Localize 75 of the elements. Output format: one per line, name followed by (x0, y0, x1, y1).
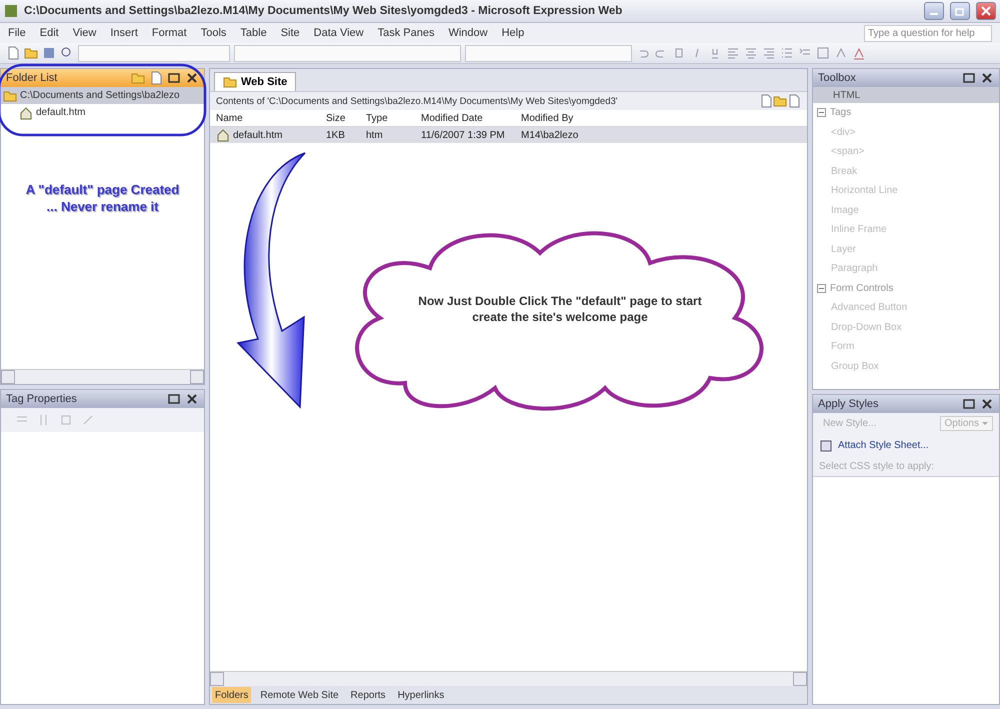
view-tab[interactable]: Reports (348, 687, 389, 703)
table-cell: M14\ba2lezo (515, 127, 807, 143)
maximize-icon[interactable] (167, 392, 181, 406)
maximize-icon[interactable] (962, 396, 976, 411)
table-cell: htm (360, 127, 415, 143)
minimize-button[interactable] (924, 2, 944, 20)
menu-item[interactable]: Help (502, 27, 524, 39)
close-icon[interactable] (980, 396, 994, 411)
view-tab[interactable]: Remote Web Site (257, 687, 342, 703)
border-icon[interactable] (816, 46, 830, 60)
new-page-icon (149, 71, 163, 85)
view-tab[interactable]: Hyperlinks (394, 687, 448, 703)
caret-icon (982, 422, 988, 426)
align-left-icon[interactable] (726, 46, 740, 60)
restore-button[interactable] (950, 2, 970, 20)
close-icon[interactable] (980, 71, 994, 85)
size-dropdown[interactable] (465, 44, 632, 62)
column-header[interactable]: Modified Date (415, 110, 515, 127)
panel-title: Apply Styles (818, 398, 880, 410)
collapse-icon (817, 284, 826, 293)
panel-title: Tag Properties (6, 392, 78, 404)
menu-item[interactable]: Data View (314, 27, 364, 39)
table-cell: 11/6/2007 1:39 PM (415, 127, 515, 143)
web-site-icon (223, 75, 237, 89)
menu-item[interactable]: Task Panes (378, 27, 434, 39)
menu-item[interactable]: Table (240, 27, 267, 39)
new-page-icon (6, 46, 20, 60)
open-folder-icon (24, 46, 38, 60)
new-folder-icon (773, 94, 787, 108)
close-icon[interactable] (185, 392, 199, 406)
list-icon[interactable] (780, 46, 794, 60)
menu-item[interactable]: Site (280, 27, 300, 39)
column-header[interactable]: Type (360, 110, 415, 127)
cloud-text: Now Just Double Click The "default" page to start create the site's welcome page (417, 293, 703, 325)
scroll-right-button[interactable] (793, 672, 807, 686)
menu-item[interactable]: Edit (40, 27, 59, 39)
minimize-icon (930, 13, 938, 15)
menu-item[interactable]: Format (152, 27, 187, 39)
view-tab[interactable]: Folders (212, 687, 252, 703)
close-icon[interactable] (185, 71, 199, 85)
tree-item[interactable]: default.htm (1, 104, 204, 121)
scroll-left-button[interactable] (1, 370, 15, 384)
menu-item[interactable]: File (8, 27, 26, 39)
menu-item[interactable]: Window (448, 27, 488, 39)
close-button[interactable] (976, 2, 996, 20)
folder-path: Contents of 'C:\Documents and Settings\ba2lezo.M14\My Documents\My Web Sites\yomgded3' (216, 96, 619, 106)
panel-title: Toolbox (818, 72, 857, 84)
maximize-icon[interactable] (962, 71, 976, 85)
style-hint: Select CSS style to apply: (813, 456, 999, 477)
new-page-icon (759, 94, 773, 108)
collapse-icon (817, 108, 826, 118)
tree-item[interactable]: C:\Documents and Settings\ba2lezo (1, 87, 204, 104)
maximize-icon[interactable] (167, 71, 181, 85)
close-icon (979, 4, 993, 18)
font-dropdown[interactable] (234, 44, 461, 62)
scroll-right-button[interactable] (190, 370, 204, 384)
panel-title: Folder List (6, 72, 58, 84)
toolbox-header: HTML (813, 87, 999, 103)
window-title: C:\Documents and Settings\ba2lezo.M14\My Documents\My Web Sites\yomgded3 - Microsoft Expression Web (24, 5, 624, 17)
scroll-left-button[interactable] (210, 672, 224, 686)
column-header[interactable]: Name (210, 110, 320, 127)
page-icon (787, 94, 801, 108)
editor-tab[interactable]: Web Site (214, 72, 296, 91)
help-search-field[interactable]: Type a question for help (864, 24, 992, 42)
table-cell[interactable]: default.htm (210, 127, 320, 143)
menu-item[interactable]: Tools (200, 27, 226, 39)
menu-item[interactable]: Insert (110, 27, 138, 39)
menu-item[interactable]: View (72, 27, 96, 39)
table-cell: 1KB (320, 127, 360, 143)
column-header[interactable]: Modified By (515, 110, 807, 127)
align-center-icon[interactable] (744, 46, 758, 60)
new-folder-icon (131, 71, 145, 85)
align-right-icon[interactable] (762, 46, 776, 60)
annotation-note: A "default" page Created ... Never rename it (24, 181, 180, 215)
column-header[interactable]: Size (320, 110, 360, 127)
